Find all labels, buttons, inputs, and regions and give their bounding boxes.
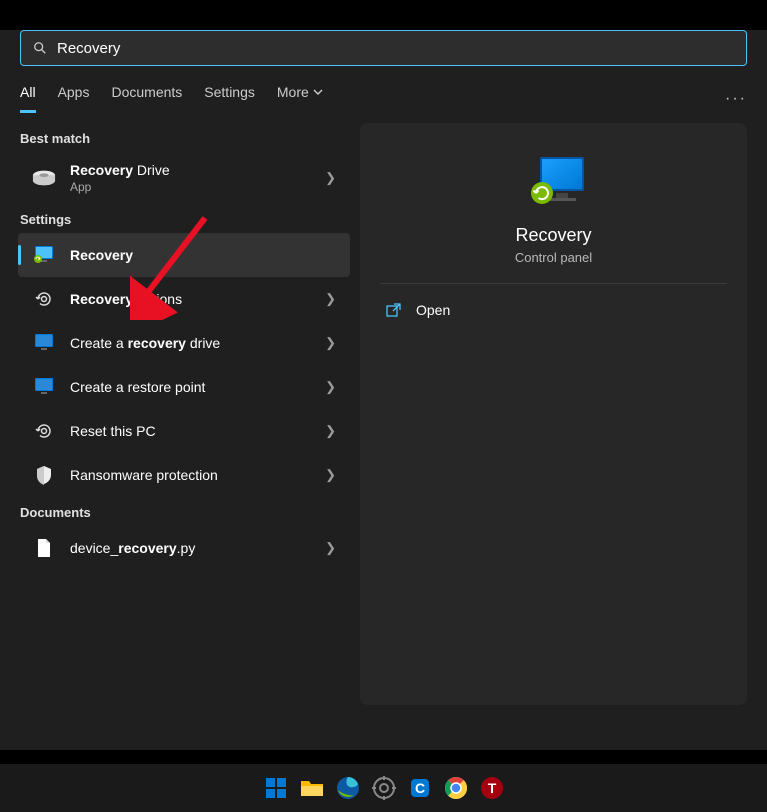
result-recovery-drive[interactable]: Recovery Drive App ❯ (18, 152, 350, 204)
overflow-menu-button[interactable]: ··· (725, 90, 747, 108)
result-create-restore-point[interactable]: Create a restore point ❯ (18, 365, 350, 409)
chevron-right-icon[interactable]: ❯ (325, 291, 338, 307)
result-reset-this-pc[interactable]: Reset this PC ❯ (18, 409, 350, 453)
chevron-right-icon[interactable]: ❯ (325, 379, 338, 395)
result-label: Reset this PC (70, 423, 325, 439)
result-create-recovery-drive[interactable]: Create a recovery drive ❯ (18, 321, 350, 365)
section-documents: Documents (20, 505, 350, 520)
section-best-match: Best match (20, 131, 350, 146)
settings-icon[interactable] (371, 775, 397, 801)
chevron-right-icon[interactable]: ❯ (325, 423, 338, 439)
result-label: device_recovery.py (70, 540, 325, 556)
gear-reset-icon (32, 419, 56, 443)
edge-icon[interactable] (335, 775, 361, 801)
taskbar: C T (0, 764, 767, 812)
result-recovery[interactable]: Recovery (18, 233, 350, 277)
gear-reset-icon (32, 287, 56, 311)
monitor-drive-icon (32, 331, 56, 355)
divider (380, 283, 727, 284)
chevron-right-icon[interactable]: ❯ (325, 335, 338, 351)
tab-all[interactable]: All (20, 84, 36, 113)
tab-apps[interactable]: Apps (58, 84, 90, 113)
action-label: Open (416, 302, 450, 318)
result-recovery-options[interactable]: Recovery options ❯ (18, 277, 350, 321)
cortana-icon[interactable]: C (407, 775, 433, 801)
result-label: Recovery options (70, 291, 325, 307)
result-label: Recovery (70, 247, 338, 263)
detail-subtitle: Control panel (515, 250, 592, 265)
file-icon (32, 536, 56, 560)
search-icon (33, 41, 47, 55)
file-explorer-icon[interactable] (299, 775, 325, 801)
monitor-restore-icon (32, 375, 56, 399)
svg-text:T: T (487, 780, 496, 796)
result-device-recovery-py[interactable]: device_recovery.py ❯ (18, 526, 350, 570)
result-ransomware-protection[interactable]: Ransomware protection ❯ (18, 453, 350, 497)
chevron-right-icon[interactable]: ❯ (325, 467, 338, 483)
chevron-right-icon[interactable]: ❯ (325, 170, 338, 186)
recovery-app-icon (522, 153, 586, 207)
filter-tabs: All Apps Documents Settings More ··· (0, 66, 767, 113)
monitor-recovery-icon (32, 243, 56, 267)
chrome-icon[interactable] (443, 775, 469, 801)
result-label: Create a restore point (70, 379, 325, 395)
action-open[interactable]: Open (380, 294, 727, 326)
result-label: Ransomware protection (70, 467, 325, 483)
chevron-right-icon[interactable]: ❯ (325, 540, 338, 556)
search-box[interactable] (20, 30, 747, 66)
tab-settings[interactable]: Settings (204, 84, 255, 113)
svg-text:C: C (414, 780, 424, 796)
section-settings: Settings (20, 212, 350, 227)
shield-icon (32, 463, 56, 487)
tab-documents[interactable]: Documents (111, 84, 182, 113)
results-list: Best match Recovery Drive App ❯ Settings… (18, 123, 350, 705)
detail-pane: Recovery Control panel Open (360, 123, 747, 705)
windows-search-panel: All Apps Documents Settings More ··· Bes… (0, 30, 767, 750)
tab-more[interactable]: More (277, 84, 323, 113)
detail-title: Recovery (515, 225, 591, 246)
chevron-down-icon (313, 89, 323, 96)
result-label: Create a recovery drive (70, 335, 325, 351)
hard-drive-icon (32, 166, 56, 190)
start-button[interactable] (263, 775, 289, 801)
search-input[interactable] (57, 40, 734, 57)
open-external-icon (386, 303, 402, 317)
app-t-icon[interactable]: T (479, 775, 505, 801)
result-label: Recovery Drive App (70, 162, 325, 194)
